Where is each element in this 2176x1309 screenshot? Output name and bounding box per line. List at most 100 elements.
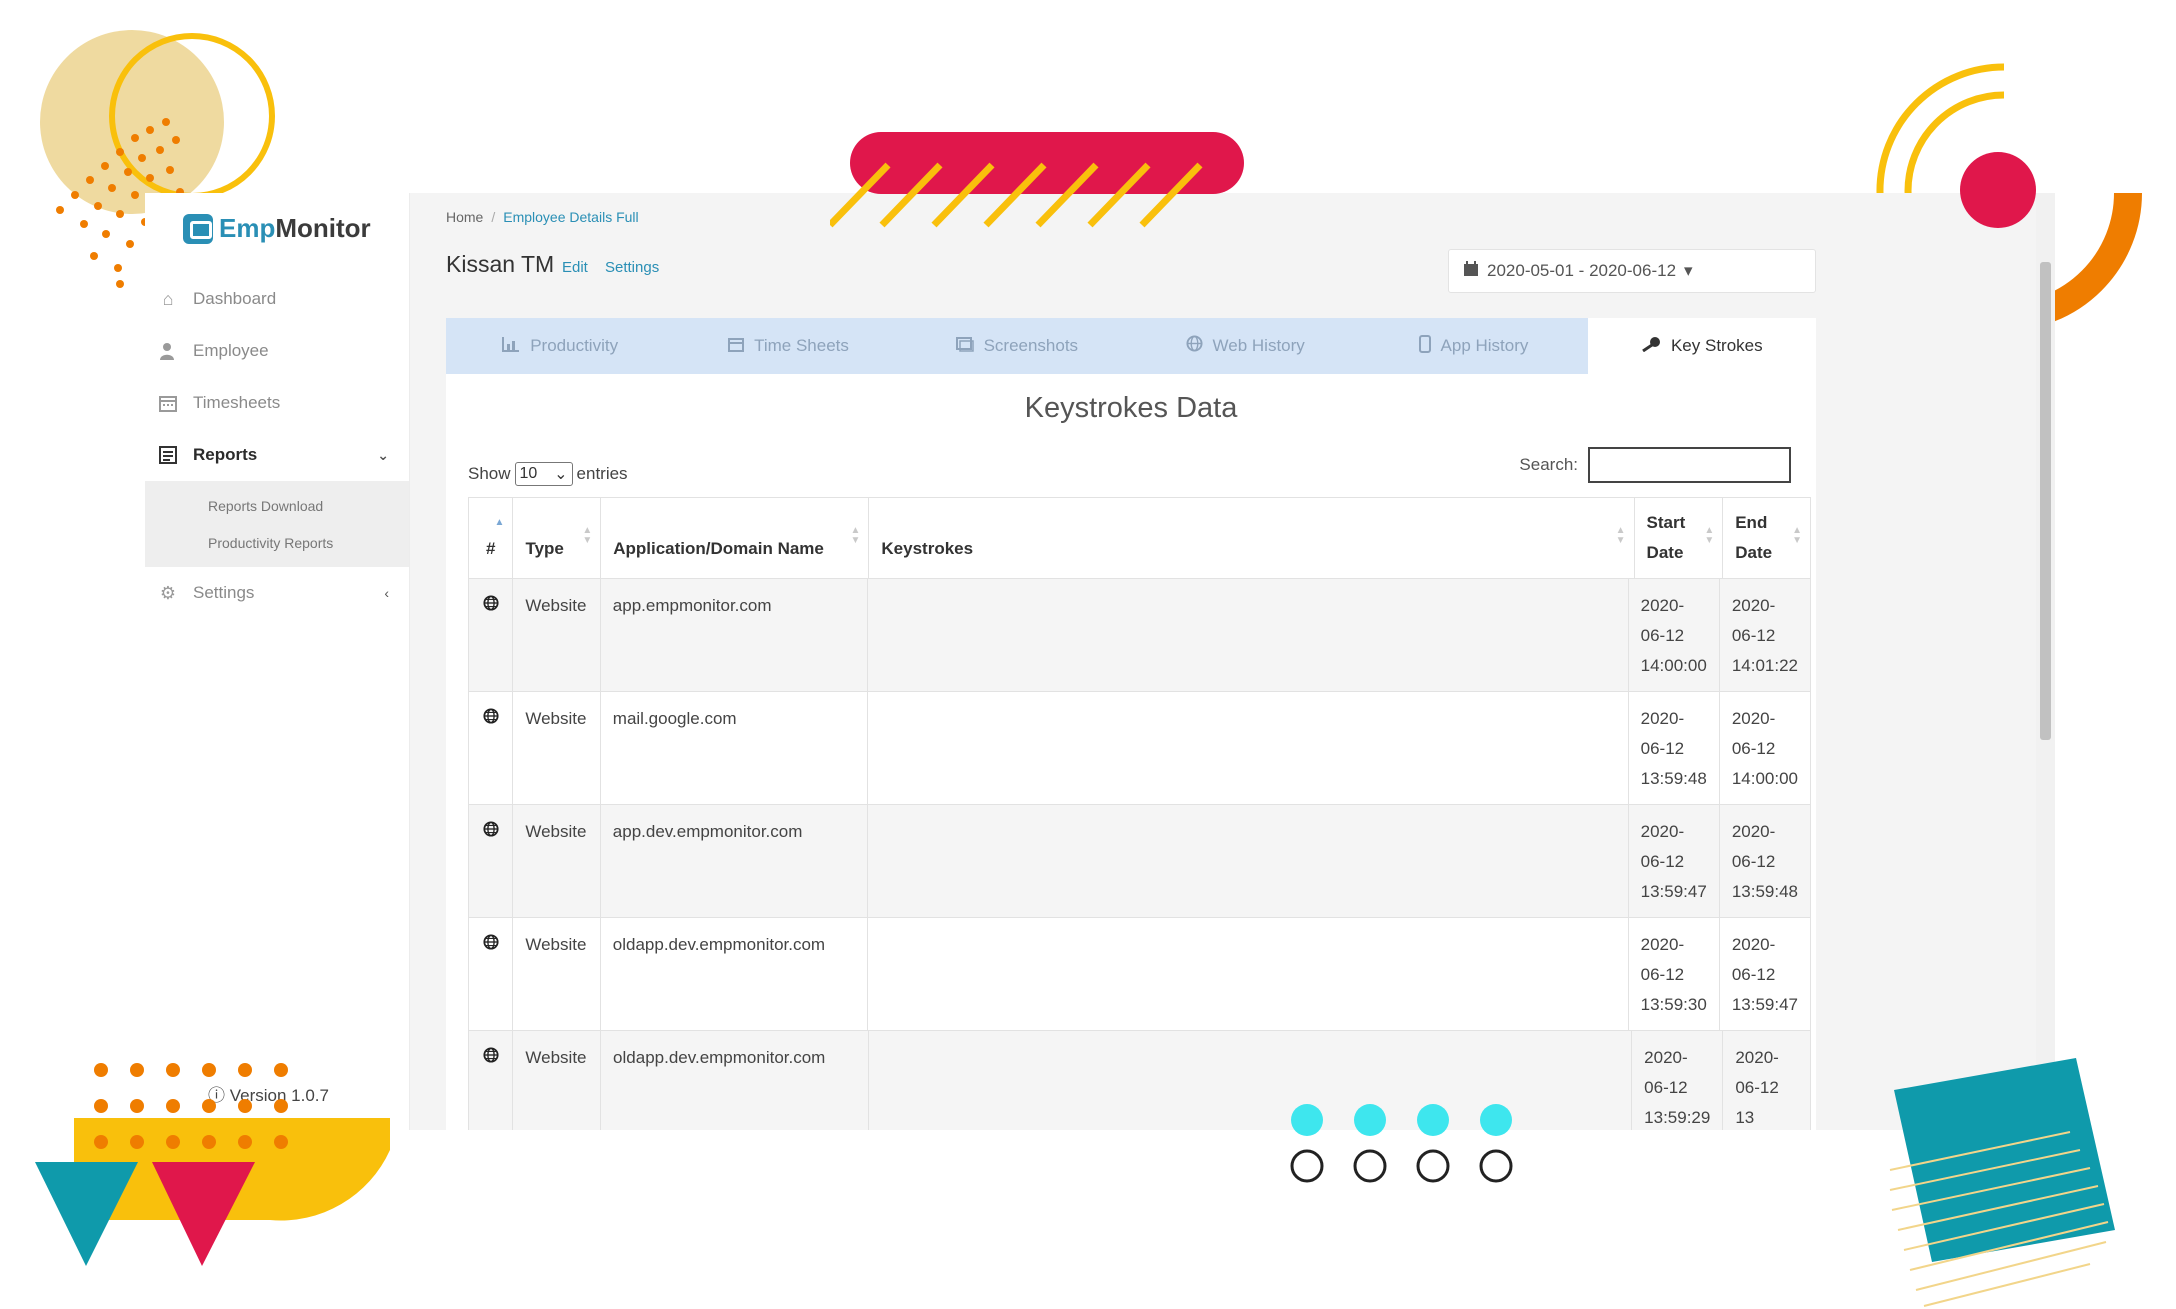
row-end-date: 2020- 06-12 13 (1723, 1031, 1811, 1130)
date-part: 2020- (1640, 596, 1685, 615)
panel-title: Keystrokes Data (1024, 392, 1238, 424)
row-type-icon-cell (469, 579, 514, 692)
date-part: 2020- (1731, 822, 1776, 841)
tab-bar: Productivity Time Sheets Screenshots Web… (446, 318, 1816, 374)
globe-icon (483, 934, 499, 954)
date-part: 06-12 (1644, 1078, 1688, 1097)
globe-icon (483, 821, 499, 841)
header-end-date[interactable]: End Date ▲ ▼ (1723, 498, 1811, 579)
header-name[interactable]: Application/Domain Name ▲ ▼ (601, 498, 870, 579)
search-input[interactable] (1588, 447, 1791, 483)
tab-productivity[interactable]: Productivity (446, 318, 674, 374)
date-part: 13:59:29 (1644, 1108, 1711, 1127)
tab-time-sheets[interactable]: Time Sheets (674, 318, 902, 374)
row-end-date: 2020- 06-12 13:59:47 (1719, 918, 1811, 1031)
row-type: Website (513, 805, 601, 918)
row-type-icon-cell (469, 918, 514, 1031)
tab-app-history[interactable]: App History (1359, 318, 1587, 374)
decorative-shapes-bottom-right (1889, 1058, 2115, 1307)
breadcrumb-current[interactable]: Employee Details Full (503, 209, 638, 225)
date-part: 13:59:48 (1731, 882, 1798, 901)
row-end-date: 2020- 06-12 14:00:00 (1719, 692, 1811, 805)
date-range-value: 2020-05-01 - 2020-06-12 (1487, 261, 1677, 280)
row-keystrokes (867, 805, 1629, 918)
breadcrumb-separator: / (491, 209, 496, 225)
app-name: EmpMonitor (219, 213, 371, 243)
row-domain-name: app.empmonitor.com (600, 579, 868, 692)
report-icon (157, 444, 179, 466)
user-icon (157, 340, 179, 362)
row-keystrokes (867, 579, 1629, 692)
row-type-icon-cell (469, 1031, 514, 1130)
date-part: 2020- (1735, 1048, 1779, 1067)
header-index[interactable]: # ▲ (469, 498, 514, 579)
date-part: 2020- (1640, 709, 1685, 728)
row-type: Website (513, 918, 601, 1031)
edit-link[interactable]: Edit (562, 259, 588, 276)
header-type[interactable]: Type ▲ ▼ (513, 498, 602, 579)
sidebar-subitem-reports-download[interactable]: Reports Download (145, 487, 409, 524)
row-type: Website (513, 579, 601, 692)
date-range-picker[interactable]: 2020-05-01 - 2020-06-12 ▾ (1448, 249, 1816, 293)
header-start-date[interactable]: Start Date ▲ ▼ (1634, 498, 1724, 579)
chevron-left-icon: ‹ (384, 585, 389, 601)
stage: EmpMonitor ⌂ Dashboard Employee Timeshee… (0, 0, 2176, 1309)
row-start-date: 2020- 06-12 13:59:29 (1632, 1031, 1724, 1130)
sidebar: EmpMonitor ⌂ Dashboard Employee Timeshee… (145, 193, 410, 1130)
key-icon (1641, 336, 1661, 357)
decorative-red-pill (830, 132, 1244, 228)
decorative-shapes-bottom-left (35, 1063, 390, 1266)
images-icon (955, 336, 974, 357)
chevron-down-icon: ⌄ (377, 446, 389, 463)
scrollbar-thumb[interactable] (2040, 262, 2051, 740)
tab-label: Time Sheets (754, 336, 849, 355)
row-keystrokes (867, 692, 1629, 805)
date-part: 13:59:48 (1640, 769, 1707, 788)
date-part: 06-12 (1735, 1078, 1779, 1097)
tab-web-history[interactable]: Web History (1131, 318, 1359, 374)
header-keystrokes[interactable]: Keystrokes ▲ ▼ (869, 498, 1635, 579)
sidebar-item-label: Dashboard (193, 289, 277, 308)
sidebar-item-settings[interactable]: ⚙ Settings ‹ (145, 567, 409, 619)
row-domain-name: oldapp.dev.empmonitor.com (601, 1031, 869, 1130)
date-part: 2020- (1731, 709, 1776, 728)
table-header: # ▲ Type ▲ ▼ Application/Domain Name ▲ ▼ Keys… (469, 498, 1811, 579)
calendar-icon (157, 392, 179, 414)
calendar-icon (1463, 260, 1479, 282)
row-end-date: 2020- 06-12 14:01:22 (1719, 579, 1811, 692)
date-part: 2020- (1640, 935, 1685, 954)
row-domain-name: oldapp.dev.empmonitor.com (600, 918, 868, 1031)
date-part: 06-12 (1731, 852, 1776, 871)
chevron-down-icon: ⌄ (554, 466, 568, 483)
date-part: 14:01:22 (1731, 656, 1798, 675)
tab-label: App History (1440, 336, 1529, 355)
date-part: 06-12 (1640, 852, 1685, 871)
date-part: 06-12 (1731, 739, 1776, 758)
date-part: 06-12 (1640, 626, 1685, 645)
sidebar-item-reports[interactable]: Reports ⌄ (145, 429, 409, 481)
keystrokes-table: # ▲ Type ▲ ▼ Application/Domain Name ▲ ▼ Keys… (468, 497, 1811, 1130)
sidebar-item-timesheets[interactable]: Timesheets (145, 377, 409, 429)
breadcrumb-home[interactable]: Home (446, 209, 483, 225)
main-content: Home / Employee Details Full Kissan TM E… (410, 193, 2055, 1130)
app-logo[interactable]: EmpMonitor (183, 213, 371, 244)
breadcrumb: Home / Employee Details Full (446, 209, 639, 225)
globe-icon (483, 1047, 499, 1067)
table-body: Website app.empmonitor.com 2020- 06-12 14:00… (469, 579, 1811, 1130)
tab-key-strokes[interactable]: Key Strokes (1587, 318, 1816, 374)
table-row: Website app.empmonitor.com 2020- 06-12 14:00… (469, 579, 1811, 692)
employee-settings-link[interactable]: Settings (605, 259, 659, 276)
table-row: Website mail.google.com 2020- 06-12 13:59:48… (469, 692, 1811, 805)
tab-screenshots[interactable]: Screenshots (903, 318, 1131, 374)
entries-select[interactable]: 10 ⌄ (514, 462, 573, 486)
sidebar-subitem-productivity-reports[interactable]: Productivity Reports (145, 524, 409, 561)
sidebar-item-employee[interactable]: Employee (145, 325, 409, 377)
tab-label: Key Strokes (1670, 336, 1763, 355)
search-control: Search: (1519, 447, 1791, 483)
date-part: 06-12 (1640, 965, 1685, 984)
date-part: 2020- (1640, 822, 1685, 841)
reports-submenu: Reports Download Productivity Reports (145, 481, 409, 567)
sidebar-item-dashboard[interactable]: ⌂ Dashboard (145, 273, 409, 325)
row-start-date: 2020- 06-12 14:00:00 (1628, 579, 1720, 692)
date-part: 13 (1735, 1108, 1755, 1127)
